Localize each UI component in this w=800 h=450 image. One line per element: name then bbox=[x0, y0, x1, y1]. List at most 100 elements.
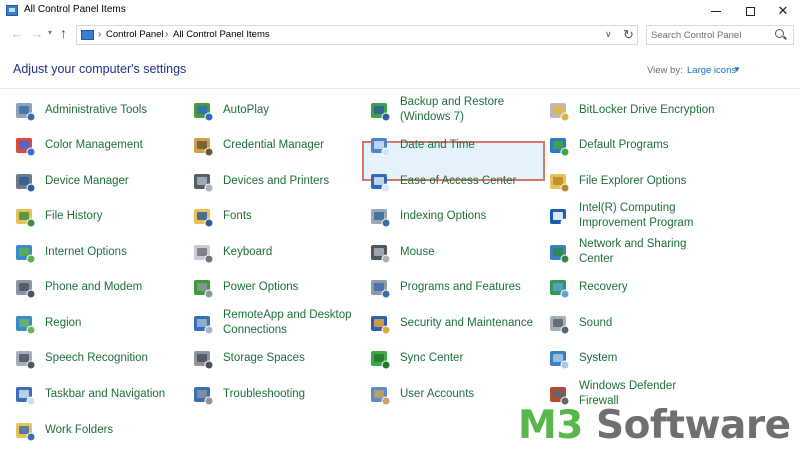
up-arrow-icon[interactable]: ↑ bbox=[60, 25, 67, 41]
control-panel-item[interactable]: Fonts bbox=[192, 200, 368, 232]
file-explorer-options-icon bbox=[550, 174, 570, 193]
control-panel-item[interactable]: Date and Time bbox=[369, 129, 545, 161]
maximize-icon bbox=[745, 7, 755, 17]
control-panel-item[interactable]: Devices and Printers bbox=[192, 165, 368, 197]
color-management-icon bbox=[16, 138, 36, 157]
control-panel-item[interactable]: Sound bbox=[548, 307, 724, 339]
address-dropdown-icon[interactable]: ∨ bbox=[605, 29, 612, 40]
control-panel-item[interactable]: System bbox=[548, 342, 724, 374]
address-bar[interactable]: › Control Panel › All Control Panel Item… bbox=[76, 25, 638, 45]
item-label: Speech Recognition bbox=[45, 351, 148, 364]
sync-center-icon bbox=[371, 351, 391, 370]
item-label: Power Options bbox=[223, 280, 299, 293]
credential-manager-icon bbox=[194, 138, 214, 157]
control-panel-item[interactable]: Indexing Options bbox=[369, 200, 545, 232]
control-panel-item[interactable]: BitLocker Drive Encryption bbox=[548, 94, 724, 126]
control-panel-item[interactable]: File Explorer Options bbox=[548, 165, 724, 197]
devices-printers-icon bbox=[194, 174, 214, 193]
control-panel-item[interactable]: AutoPlay bbox=[192, 94, 368, 126]
watermark-prefix: M3 bbox=[518, 403, 583, 448]
autoplay-icon bbox=[194, 103, 214, 122]
back-arrow-icon[interactable]: ← bbox=[10, 26, 24, 41]
minimize-icon bbox=[711, 11, 721, 13]
item-label: Sound bbox=[579, 316, 613, 329]
control-panel-item[interactable]: Mouse bbox=[369, 236, 545, 268]
navigation-bar: ← → ▾ ↑ › Control Panel › All Control Pa… bbox=[0, 22, 800, 48]
control-panel-item[interactable]: Region bbox=[14, 307, 190, 339]
refresh-icon[interactable]: ↻ bbox=[623, 27, 634, 43]
divider bbox=[0, 88, 800, 89]
control-panel-item[interactable]: Keyboard bbox=[192, 236, 368, 268]
item-label: Troubleshooting bbox=[223, 387, 306, 400]
control-panel-item[interactable]: Network and Sharing Center bbox=[548, 236, 724, 268]
control-panel-item[interactable]: File History bbox=[14, 200, 190, 232]
view-by-chevron-icon[interactable]: ▼ bbox=[733, 65, 741, 74]
control-panel-item[interactable]: Phone and Modem bbox=[14, 271, 190, 303]
item-label: BitLocker Drive Encryption bbox=[579, 103, 715, 116]
control-panel-item[interactable]: Internet Options bbox=[14, 236, 190, 268]
control-panel-item[interactable]: Work Folders bbox=[14, 414, 190, 446]
control-panel-item[interactable]: Default Programs bbox=[548, 129, 724, 161]
item-label: Recovery bbox=[579, 280, 628, 293]
maximize-button[interactable] bbox=[733, 0, 767, 22]
control-panel-item[interactable]: Taskbar and Navigation bbox=[14, 378, 190, 410]
item-label: Security and Maintenance bbox=[400, 316, 533, 329]
minimize-button[interactable] bbox=[699, 0, 733, 22]
control-panel-icon bbox=[6, 5, 18, 16]
item-label: Ease of Access Center bbox=[400, 174, 517, 187]
programs-features-icon bbox=[371, 280, 391, 299]
ease-of-access-icon bbox=[371, 174, 391, 193]
control-panel-item[interactable]: Power Options bbox=[192, 271, 368, 303]
item-label: Credential Manager bbox=[223, 138, 325, 151]
item-label: Phone and Modem bbox=[45, 280, 143, 293]
control-panel-item[interactable]: Backup and Restore (Windows 7) bbox=[369, 94, 545, 126]
work-folders-icon bbox=[16, 423, 36, 442]
m3-software-watermark: M3 Software bbox=[518, 404, 791, 448]
control-panel-item[interactable]: Ease of Access Center bbox=[369, 165, 545, 197]
control-panel-item[interactable]: Device Manager bbox=[14, 165, 190, 197]
breadcrumb-separator-icon: › bbox=[165, 29, 169, 40]
item-label: Indexing Options bbox=[400, 209, 487, 222]
control-panel-item[interactable]: Storage Spaces bbox=[192, 342, 368, 374]
control-panel-item[interactable]: Color Management bbox=[14, 129, 190, 161]
sound-icon bbox=[550, 316, 570, 335]
control-panel-item[interactable]: RemoteApp and Desktop Connections bbox=[192, 307, 368, 339]
control-panel-item[interactable]: Credential Manager bbox=[192, 129, 368, 161]
control-panel-item[interactable]: Intel(R) Computing Improvement Program bbox=[548, 200, 724, 232]
window-title: All Control Panel Items bbox=[24, 4, 126, 15]
item-label: Taskbar and Navigation bbox=[45, 387, 166, 400]
internet-options-icon bbox=[16, 245, 36, 264]
recent-locations-chevron-icon[interactable]: ▾ bbox=[48, 28, 52, 37]
search-box[interactable] bbox=[646, 25, 794, 45]
power-options-icon bbox=[194, 280, 214, 299]
security-maintenance-icon bbox=[371, 316, 391, 335]
item-label: Programs and Features bbox=[400, 280, 521, 293]
control-panel-item[interactable]: Speech Recognition bbox=[14, 342, 190, 374]
item-label: Network and Sharing Center bbox=[579, 238, 687, 265]
breadcrumb-all-items[interactable]: All Control Panel Items bbox=[173, 29, 270, 40]
search-icon[interactable] bbox=[775, 29, 784, 38]
view-by-label: View by: bbox=[647, 65, 683, 76]
item-label: Keyboard bbox=[223, 245, 273, 258]
fonts-icon bbox=[194, 209, 214, 228]
control-panel-item[interactable]: Security and Maintenance bbox=[369, 307, 545, 339]
control-panel-item[interactable]: Recovery bbox=[548, 271, 724, 303]
backup-restore-icon bbox=[371, 103, 391, 122]
network-sharing-icon bbox=[550, 245, 570, 264]
item-label: RemoteApp and Desktop Connections bbox=[223, 309, 352, 336]
view-by-dropdown[interactable]: Large icons bbox=[687, 65, 736, 76]
control-panel-item[interactable]: Administrative Tools bbox=[14, 94, 190, 126]
control-panel-item[interactable]: Troubleshooting bbox=[192, 378, 368, 410]
breadcrumb-control-panel[interactable]: Control Panel bbox=[106, 29, 164, 40]
keyboard-icon bbox=[194, 245, 214, 264]
device-manager-icon bbox=[16, 174, 36, 193]
forward-arrow-icon[interactable]: → bbox=[30, 26, 44, 41]
close-button[interactable]: ✕ bbox=[766, 0, 800, 22]
search-input[interactable] bbox=[651, 28, 769, 42]
title-bar: All Control Panel Items ✕ bbox=[0, 0, 800, 22]
control-panel-item[interactable]: Sync Center bbox=[369, 342, 545, 374]
indexing-options-icon bbox=[371, 209, 391, 228]
control-panel-item[interactable]: Programs and Features bbox=[369, 271, 545, 303]
breadcrumb-separator-icon: › bbox=[98, 29, 102, 40]
troubleshooting-icon bbox=[194, 387, 214, 406]
